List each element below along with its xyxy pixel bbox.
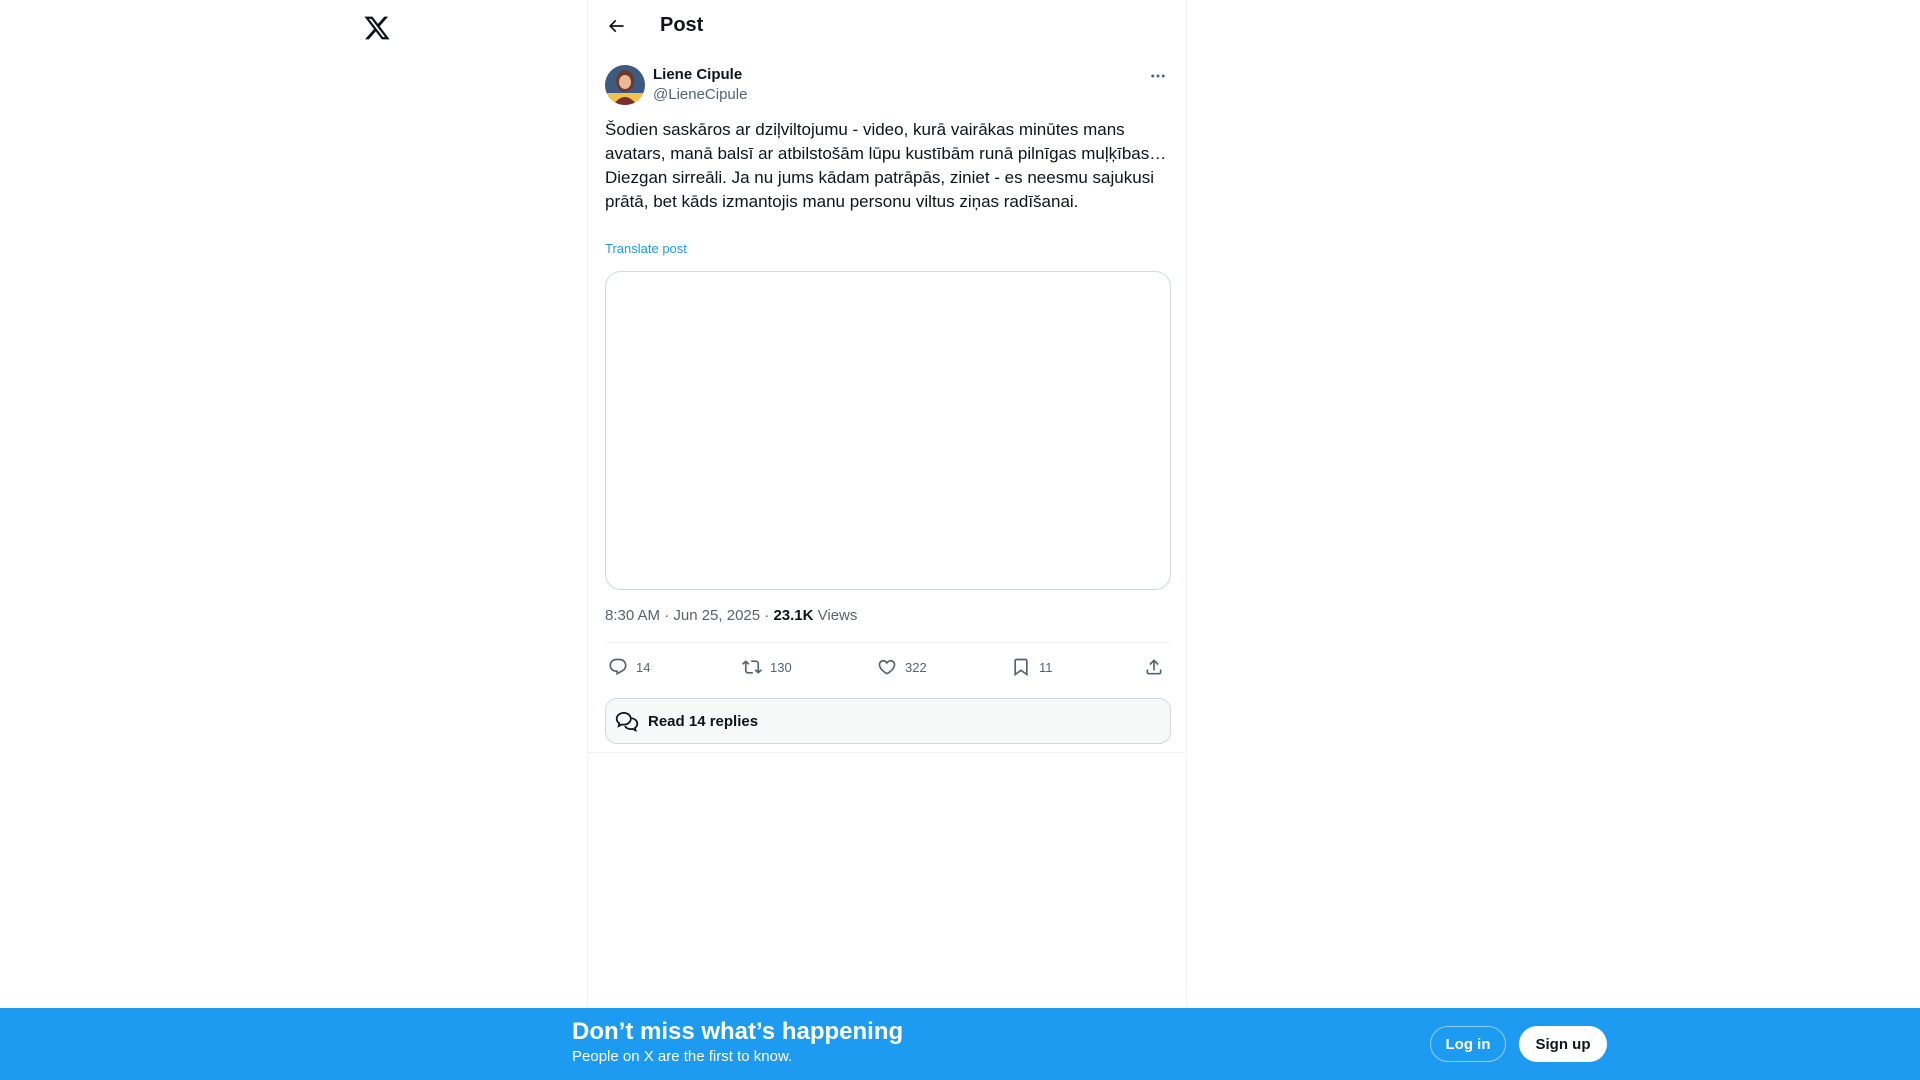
divider [588, 752, 1186, 753]
signup-banner [0, 1008, 1920, 1080]
login-button[interactable]: Log in [1430, 1026, 1506, 1062]
views-label: Views [813, 607, 858, 624]
like-button[interactable]: 322 [877, 655, 927, 679]
signup-button[interactable]: Sign up [1519, 1026, 1607, 1062]
reply-icon [609, 658, 627, 676]
share-button[interactable] [1144, 655, 1164, 679]
divider [605, 642, 1171, 643]
speech-bubbles-icon [615, 712, 639, 733]
translate-post-link[interactable]: Translate post [605, 241, 687, 256]
repost-button[interactable]: 130 [742, 655, 792, 679]
like-count: 322 [905, 659, 927, 675]
reply-count: 14 [636, 659, 651, 675]
bookmark-icon [1014, 658, 1028, 677]
post-text: Šodien saskāros ar dziļviltojumu - video… [605, 120, 1167, 211]
avatar[interactable] [605, 65, 645, 105]
repost-icon [742, 660, 762, 674]
share-icon [1146, 659, 1162, 675]
more-options-icon[interactable] [1148, 66, 1168, 86]
bookmark-button[interactable]: 11 [1011, 655, 1053, 679]
post-media[interactable] [605, 271, 1171, 590]
bookmark-count: 11 [1039, 659, 1053, 675]
views-count: 23.1K [773, 607, 814, 624]
author-name[interactable]: Liene Cipule [653, 66, 742, 83]
x-logo-icon[interactable] [363, 14, 391, 42]
top-bar: Post [588, 0, 1186, 53]
page-title: Post [660, 14, 704, 36]
banner-subtitle: People on X are the first to know. [572, 1048, 793, 1065]
read-replies-button[interactable]: Read 14 replies [605, 698, 1171, 744]
author-handle[interactable]: @LieneCipule [653, 86, 747, 103]
main-column: Post Liene Cipule @LieneCipule Šodien sa… [587, 0, 1187, 1080]
banner-title: Don’t miss what’s happening [572, 1018, 904, 1045]
post-meta: 8:30 AM · Jun 25, 2025 · 23.1K Views [605, 607, 857, 624]
repost-count: 130 [770, 659, 792, 675]
heart-icon [878, 659, 896, 675]
post-timestamp[interactable]: 8:30 AM · Jun 25, 2025 · [605, 607, 773, 624]
reply-button[interactable]: 14 [608, 655, 650, 679]
read-replies-label: Read 14 replies [648, 712, 759, 730]
back-arrow-icon[interactable] [602, 12, 630, 40]
